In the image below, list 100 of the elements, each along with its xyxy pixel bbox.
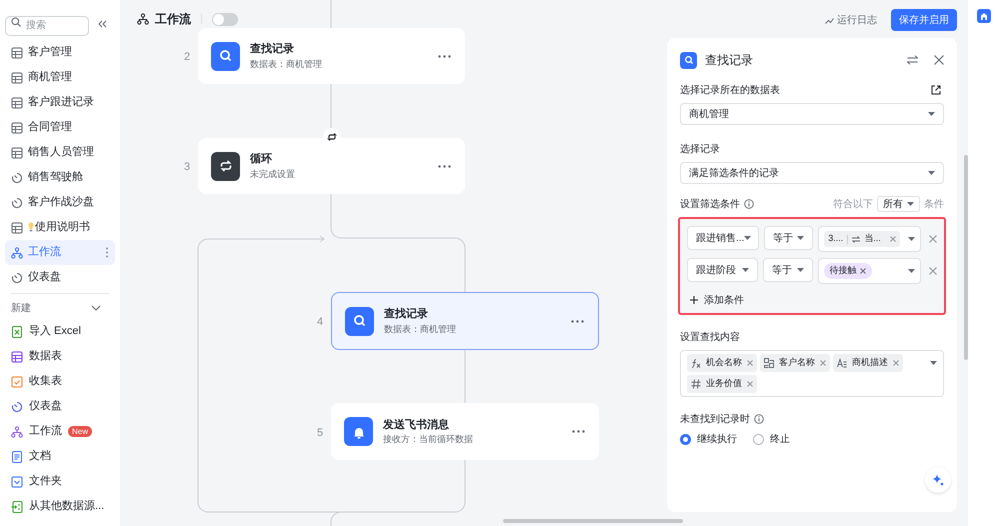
- save-button[interactable]: 保存并启用: [891, 9, 957, 31]
- node-title: 发送飞书消息: [383, 418, 450, 432]
- workflow-node[interactable]: 循环 未完成设置: [198, 138, 465, 194]
- form-icon: [11, 376, 23, 388]
- select-field[interactable]: 等于: [763, 258, 813, 282]
- caret-icon: [796, 268, 804, 272]
- text-icon: [837, 358, 847, 368]
- radio-button[interactable]: [753, 434, 764, 445]
- field-label: 选择记录所在的数据表: [680, 84, 780, 98]
- field-label: 设置查找内容: [680, 330, 740, 344]
- remove-icon[interactable]: [820, 360, 826, 366]
- remove-icon[interactable]: [893, 360, 899, 366]
- close-icon[interactable]: [934, 55, 944, 65]
- remove-icon[interactable]: [890, 236, 896, 242]
- gauge-icon: [11, 272, 23, 284]
- workflow-node[interactable]: 发送飞书消息 接收方：当前循环数据: [331, 403, 599, 460]
- sidebar-item[interactable]: 客户跟进记录: [5, 90, 115, 115]
- bell-tile-icon: [344, 417, 373, 446]
- new-item[interactable]: 导入 Excel: [5, 319, 115, 344]
- select-field[interactable]: 跟进阶段: [687, 258, 758, 282]
- caret-icon: [742, 268, 750, 272]
- field-label: 选择记录: [680, 142, 720, 156]
- remove-icon[interactable]: [747, 360, 753, 366]
- workflow-node[interactable]: 查找记录 数据表：商机管理: [198, 28, 465, 84]
- run-log-link[interactable]: 运行日志: [825, 12, 877, 28]
- bulb-icon: [28, 222, 34, 233]
- search-field[interactable]: 搜索: [5, 16, 89, 36]
- select-field[interactable]: 跟进销售...: [687, 226, 759, 250]
- sidebar-item[interactable]: 仪表盘: [5, 265, 115, 290]
- table-icon: [11, 72, 23, 84]
- collapse-icon[interactable]: [97, 19, 107, 29]
- scrollbar[interactable]: [964, 155, 968, 360]
- arrow-head-icon: [320, 236, 325, 242]
- chevron-icon[interactable]: [91, 303, 101, 313]
- more-icon[interactable]: [438, 54, 451, 58]
- more-icon[interactable]: [105, 247, 109, 258]
- table-icon: [11, 96, 23, 108]
- field-tag: 业务价值: [687, 375, 757, 393]
- section-title: 新建: [11, 302, 31, 316]
- select-field[interactable]: 等于: [764, 226, 814, 250]
- new-item[interactable]: 文档: [5, 444, 115, 469]
- more-icon[interactable]: [438, 164, 451, 168]
- sidebar-item[interactable]: 客户管理: [5, 40, 115, 65]
- value-tag: 3.... 当...: [824, 231, 900, 247]
- step-number: 5: [317, 426, 324, 440]
- new-item[interactable]: 数据表: [5, 344, 115, 369]
- caret-icon: [928, 171, 935, 175]
- remove-icon[interactable]: [860, 268, 866, 274]
- radio-option[interactable]: 终止: [753, 432, 790, 447]
- sidebar-item[interactable]: 合同管理: [5, 115, 115, 140]
- loop-tile-icon: [211, 152, 240, 180]
- value-field[interactable]: 待接触: [818, 258, 921, 284]
- sidebar-item[interactable]: 使用说明书: [5, 215, 115, 240]
- gauge-icon: [11, 172, 23, 184]
- sidebar-item[interactable]: 销售驾驶舱: [5, 165, 115, 190]
- new-item[interactable]: 收集表: [5, 369, 115, 394]
- match-select[interactable]: 所有: [877, 196, 920, 212]
- sidebar-item[interactable]: 商机管理: [5, 65, 115, 90]
- sidebar-item[interactable]: 工作流: [5, 240, 115, 265]
- fields-select[interactable]: 机会名称 客户名称 商机描述 业务价值: [680, 350, 944, 397]
- search-icon: [11, 17, 21, 27]
- more-icon[interactable]: [572, 430, 585, 433]
- swap-icon[interactable]: [907, 55, 918, 65]
- scrollbar[interactable]: [503, 519, 683, 523]
- sidebar-item[interactable]: 客户作战沙盘: [5, 190, 115, 215]
- step-number: 4: [317, 315, 324, 330]
- field-tag: 商机描述: [833, 354, 903, 372]
- remove-icon[interactable]: [747, 381, 753, 387]
- toggle-switch[interactable]: [212, 12, 238, 26]
- caret-icon: [797, 236, 804, 240]
- field-tag: 客户名称: [760, 354, 830, 372]
- radio-option[interactable]: 继续执行: [680, 432, 737, 447]
- external-link-icon[interactable]: [931, 85, 941, 95]
- add-condition-button[interactable]: 添加条件: [687, 290, 937, 310]
- node-subtitle: 未完成设置: [250, 168, 296, 180]
- table-icon: [11, 146, 23, 158]
- new-item[interactable]: 从其他数据源...: [5, 494, 115, 519]
- radio-button[interactable]: [680, 434, 691, 445]
- select-field[interactable]: 满足筛选条件的记录: [680, 162, 944, 184]
- select-field[interactable]: 商机管理: [680, 103, 944, 125]
- remove-icon[interactable]: [929, 235, 937, 243]
- workflow-icon: [11, 246, 23, 258]
- spreadsheet-icon: [11, 326, 23, 338]
- new-item[interactable]: 工作流 New: [5, 419, 115, 444]
- home-icon[interactable]: [977, 9, 991, 23]
- search-tile-icon: [211, 42, 240, 70]
- formula-icon: [691, 358, 701, 368]
- more-icon[interactable]: [571, 320, 584, 322]
- trend-icon: [825, 16, 834, 24]
- value-field[interactable]: 3.... 当...: [818, 226, 921, 252]
- match-label: 符合以下: [833, 198, 873, 212]
- sidebar-item[interactable]: 销售人员管理: [5, 140, 115, 165]
- workflow-node[interactable]: 查找记录 数据表：商机管理: [331, 292, 599, 350]
- panel-title: 查找记录: [705, 52, 754, 69]
- new-item[interactable]: 文件夹: [5, 469, 115, 494]
- caret-icon: [908, 237, 915, 241]
- new-item[interactable]: 仪表盘: [5, 394, 115, 419]
- node-title: 查找记录: [384, 306, 429, 322]
- workflow-icon: [11, 426, 23, 438]
- remove-icon[interactable]: [929, 267, 937, 275]
